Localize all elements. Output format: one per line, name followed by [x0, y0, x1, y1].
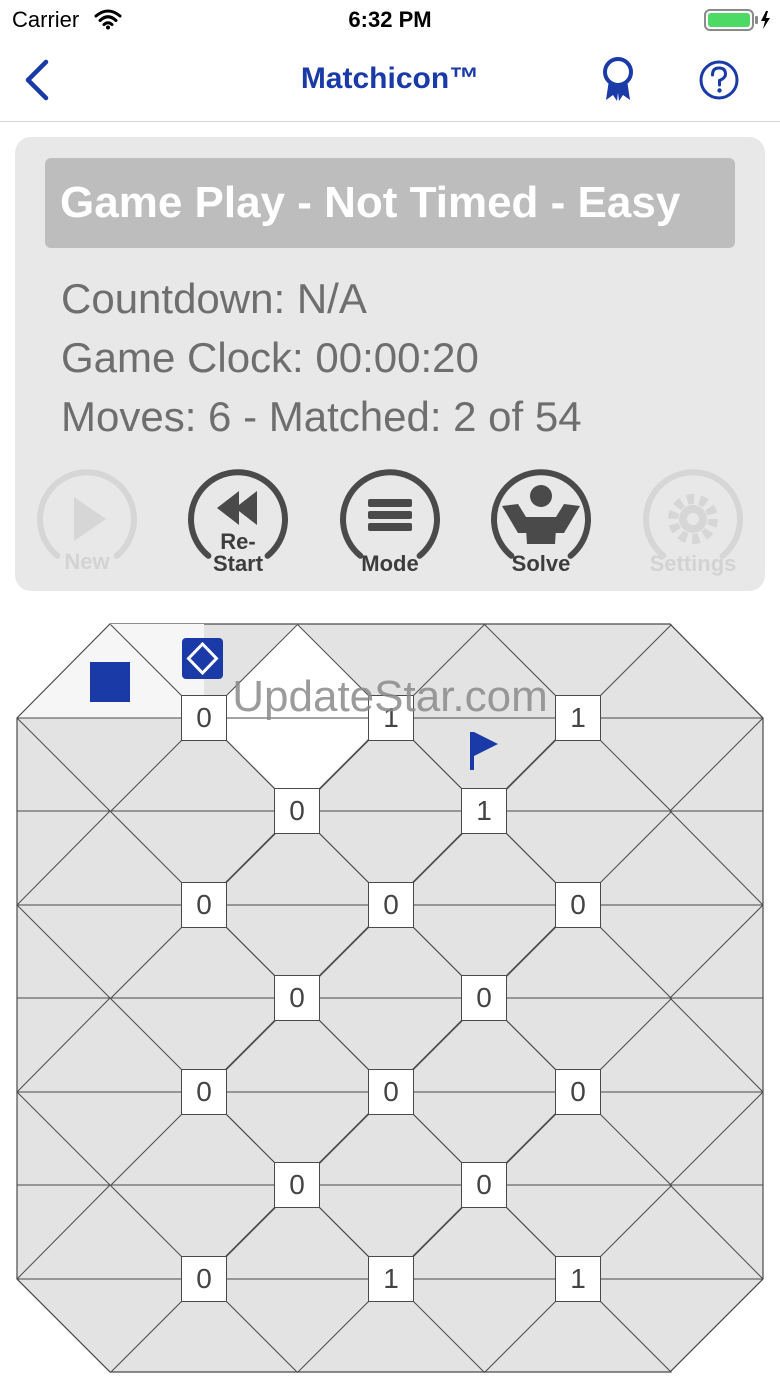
count-cell: 1	[555, 1256, 601, 1302]
question-circle-icon	[699, 60, 739, 100]
battery-icon	[704, 9, 772, 36]
game-board[interactable]: 011010000000000011	[0, 610, 780, 1387]
count-cell: 0	[555, 1069, 601, 1115]
settings-button[interactable]: Settings	[638, 469, 748, 581]
game-clock-label: Game Clock: 00:00:20	[61, 334, 479, 381]
count-cell: 1	[368, 1256, 414, 1302]
count-cell: 0	[461, 975, 507, 1021]
shrug-person-icon	[502, 485, 580, 544]
play-icon	[74, 497, 106, 541]
game-info-panel: Game Play - Not Timed - Easy Countdown: …	[15, 137, 765, 591]
count-cell: 0	[368, 882, 414, 928]
navigation-bar: Matchicon™	[0, 40, 780, 122]
count-cell: 0	[461, 1162, 507, 1208]
game-mode-heading: Game Play - Not Timed - Easy	[45, 158, 735, 248]
new-game-button[interactable]: New	[32, 469, 142, 581]
clock-label: 6:32 PM	[348, 7, 432, 32]
achievements-button[interactable]	[598, 56, 638, 109]
rewind-icon	[217, 491, 257, 525]
mode-button[interactable]: Mode	[335, 469, 445, 581]
restart-label-line1: Re-	[220, 529, 256, 554]
new-game-label: New	[64, 549, 110, 574]
count-cell: 0	[274, 788, 320, 834]
count-cell: 0	[181, 1069, 227, 1115]
count-cell: 0	[368, 1069, 414, 1115]
moves-matched-label: Moves: 6 - Matched: 2 of 54	[61, 393, 582, 440]
count-cell: 0	[555, 882, 601, 928]
award-ribbon-icon	[603, 57, 633, 101]
count-cell: 1	[461, 788, 507, 834]
restart-label-line2: Start	[212, 551, 264, 576]
list-menu-icon	[368, 499, 412, 531]
settings-label: Settings	[649, 551, 737, 576]
count-cell: 0	[181, 1256, 227, 1302]
solve-button[interactable]: Solve	[486, 469, 596, 581]
gear-icon	[668, 494, 718, 544]
countdown-label: Countdown: N/A	[61, 275, 367, 322]
watermark: UpdateStar.com	[232, 672, 548, 721]
count-cell: 0	[274, 1162, 320, 1208]
restart-button[interactable]: Re- Start	[183, 469, 293, 581]
status-bar: Carrier 6:32 PM	[0, 0, 780, 40]
count-cell: 0	[274, 975, 320, 1021]
solve-label: Solve	[511, 551, 571, 576]
page-title: Matchicon™	[300, 62, 480, 95]
count-cell: 0	[181, 882, 227, 928]
help-button[interactable]	[697, 58, 741, 107]
mode-label: Mode	[361, 551, 419, 576]
